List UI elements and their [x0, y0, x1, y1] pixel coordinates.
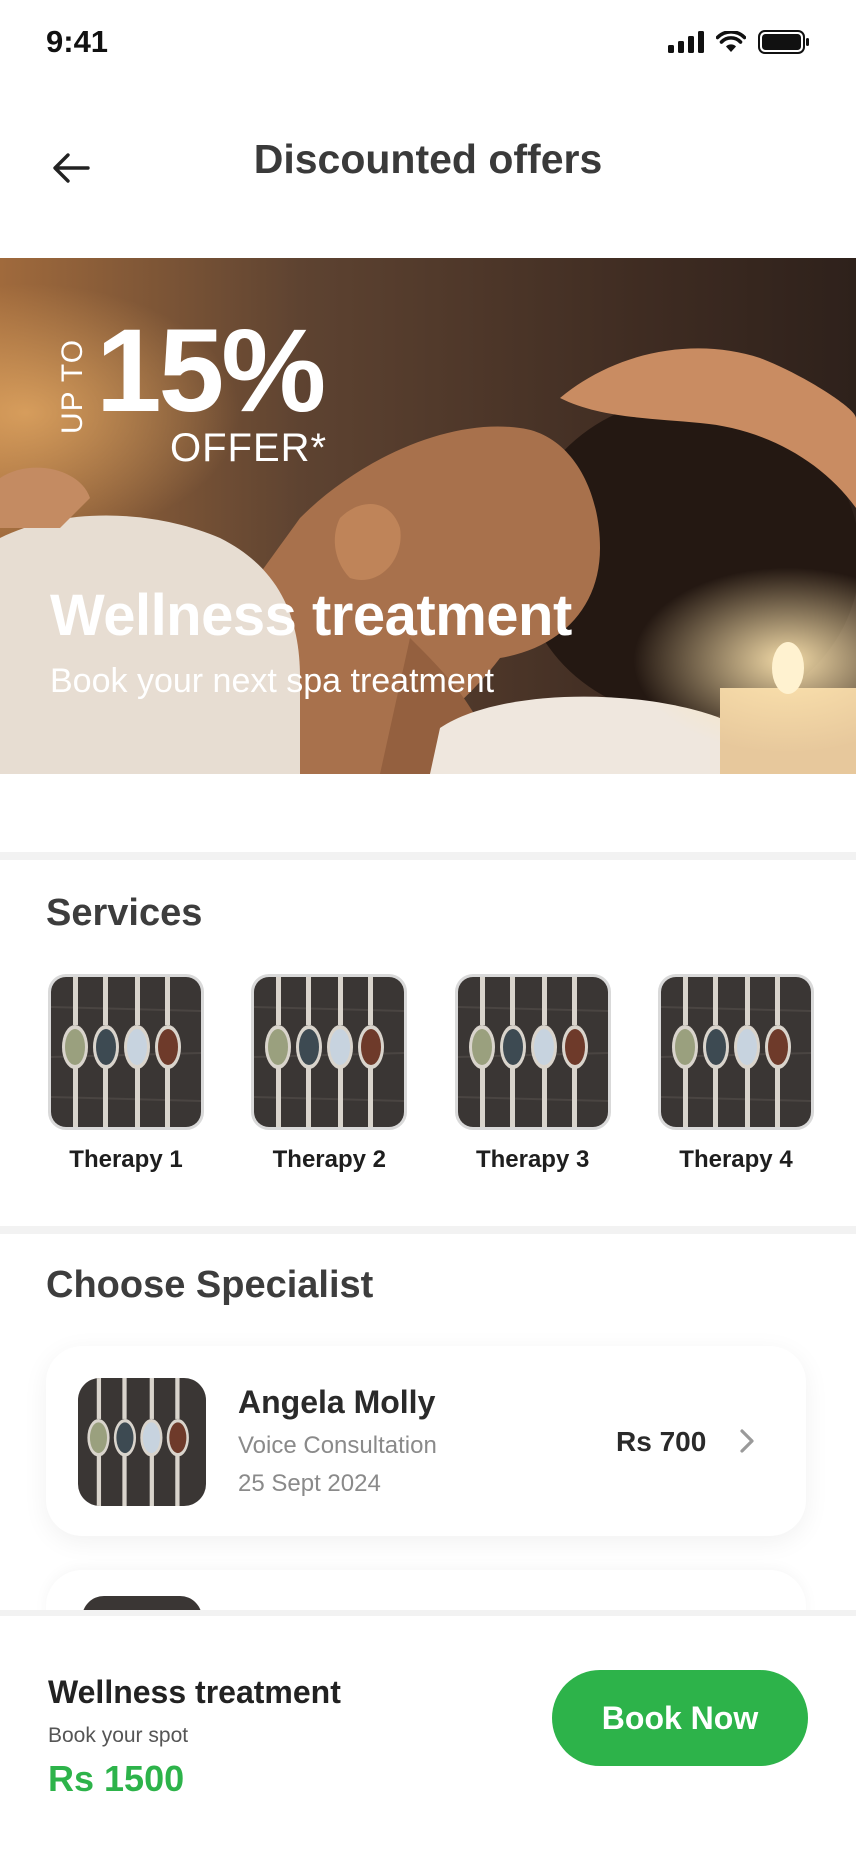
wifi-icon	[716, 31, 746, 52]
service-item-therapy-4[interactable]: Therapy 4	[656, 974, 816, 1174]
service-thumbnail	[251, 974, 408, 1130]
specialist-avatar	[78, 1378, 206, 1506]
specialist-date: 25 Sept 2024	[238, 1470, 381, 1497]
service-thumbnail	[454, 974, 611, 1130]
chevron-right-icon	[740, 1429, 754, 1453]
page-title: Discounted offers	[253, 136, 603, 182]
book-now-button[interactable]: Book Now	[552, 1670, 808, 1766]
hero-title: Wellness treatment	[50, 583, 572, 648]
service-item-therapy-3[interactable]: Therapy 3	[453, 974, 613, 1174]
section-divider	[0, 1226, 856, 1234]
status-time: 9:41	[46, 24, 109, 59]
battery-icon	[758, 30, 809, 54]
bottom-booking-bar: Wellness treatment Book your spot Rs 150…	[0, 1610, 856, 1852]
service-label: Therapy 2	[272, 1146, 387, 1173]
specialists-title: Choose Specialist	[46, 1264, 374, 1306]
promo-badge: UP TO 15% OFFER*	[56, 312, 356, 472]
hero-subtitle: Book your next spa treatment	[50, 662, 495, 700]
section-divider	[0, 852, 856, 860]
service-label: Therapy 1	[69, 1146, 183, 1173]
services-title: Services	[46, 892, 203, 934]
service-label: Therapy 4	[679, 1146, 793, 1173]
signal-icon	[668, 31, 704, 53]
specialist-consultation-type: Voice Consultation	[238, 1432, 437, 1459]
status-icons	[668, 30, 810, 54]
service-item-therapy-1[interactable]: Therapy 1	[46, 974, 206, 1174]
booking-price: Rs 1500	[48, 1758, 185, 1799]
specialist-card[interactable]: Angela Molly Voice Consultation 25 Sept …	[46, 1346, 806, 1536]
service-thumbnail	[48, 974, 204, 1130]
service-label: Therapy 3	[475, 1146, 590, 1173]
header: Discounted offers	[0, 90, 856, 258]
promo-prefix: UP TO	[56, 338, 89, 434]
specialist-name: Angela Molly	[238, 1384, 436, 1420]
services-list: Therapy 1 Therapy 2 Therapy 3 Therapy 4	[46, 974, 816, 1174]
promo-percent: 15%	[96, 305, 326, 437]
status-bar: 9:41	[0, 0, 856, 90]
booking-title: Wellness treatment	[48, 1674, 341, 1710]
promo-suffix: OFFER*	[170, 426, 328, 470]
specialist-price: Rs 700	[616, 1426, 707, 1457]
booking-subtitle: Book your spot	[48, 1724, 189, 1747]
service-thumbnail	[657, 974, 814, 1130]
service-item-therapy-2[interactable]: Therapy 2	[249, 974, 409, 1174]
